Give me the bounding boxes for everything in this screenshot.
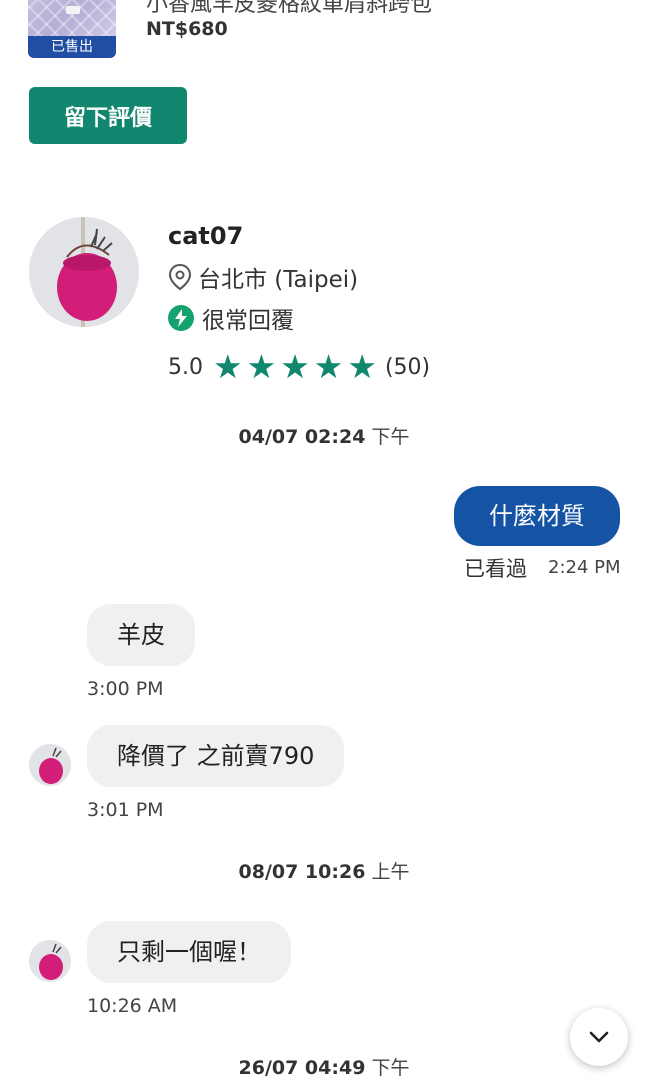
message-time: 3:01 PM [87,799,164,821]
date-separator: 26/07 04:49 下午 [0,1053,648,1080]
message-time: 10:26 AM [87,995,178,1017]
seller-location-row: 台北市 (Taipei) [168,262,359,293]
seller-rating-row[interactable]: 5.0 ★ ★ ★ ★ ★ (50) [168,350,430,384]
message-time: 3:00 PM [87,678,164,700]
star-icon: ★ [347,347,377,386]
incoming-message-bubble[interactable]: 降價了 之前賣790 [87,725,345,787]
leave-review-button[interactable]: 留下評價 [29,87,187,144]
sender-avatar-image [29,940,71,982]
sender-avatar[interactable] [29,744,71,786]
date-separator-date: 26/07 04:49 [238,1057,366,1079]
seller-location: 台北市 (Taipei) [198,267,359,293]
bag-clasp [66,6,80,14]
star-icon: ★ [246,347,277,386]
seller-avatar-image [29,217,139,327]
read-receipt: 已看過 [464,557,527,581]
incoming-message-bubble[interactable]: 羊皮 [87,604,195,666]
star-icon: ★ [313,347,344,386]
scroll-to-bottom-button[interactable] [570,1008,628,1066]
sold-badge: 已售出 [28,36,116,58]
star-icon: ★ [213,347,243,386]
message-time: 2:24 PM [548,557,621,578]
listing-thumbnail[interactable]: 已售出 [28,0,116,58]
sender-avatar-image [29,744,71,786]
listing-price: NT$680 [146,18,228,40]
date-separator: 08/07 10:26 上午 [0,857,648,884]
listing-title[interactable]: 小香風羊皮菱格紋單肩斜跨包 [146,0,432,18]
date-separator-date: 04/07 02:24 [238,426,366,448]
lightning-bolt-icon [168,305,194,331]
sender-avatar[interactable] [29,940,71,982]
star-icon: ★ [280,347,310,386]
date-separator-period: 下午 [371,426,410,448]
seller-name[interactable]: cat07 [168,222,243,250]
date-separator-date: 08/07 10:26 [238,861,366,883]
incoming-message-bubble[interactable]: 只剩一個喔！ [87,921,291,983]
date-separator-period: 上午 [371,861,410,883]
review-count: (50) [384,354,431,380]
date-separator-period: 下午 [371,1057,410,1079]
seller-response-rate: 很常回覆 [202,308,294,334]
seller-avatar[interactable] [29,217,139,327]
date-separator: 04/07 02:24 下午 [0,422,648,449]
chevron-down-icon [589,1031,609,1043]
seller-response-row: 很常回覆 [168,303,294,334]
location-pin-icon [168,263,192,291]
rating-score: 5.0 [168,354,203,380]
outgoing-message-bubble[interactable]: 什麼材質 [454,486,620,546]
